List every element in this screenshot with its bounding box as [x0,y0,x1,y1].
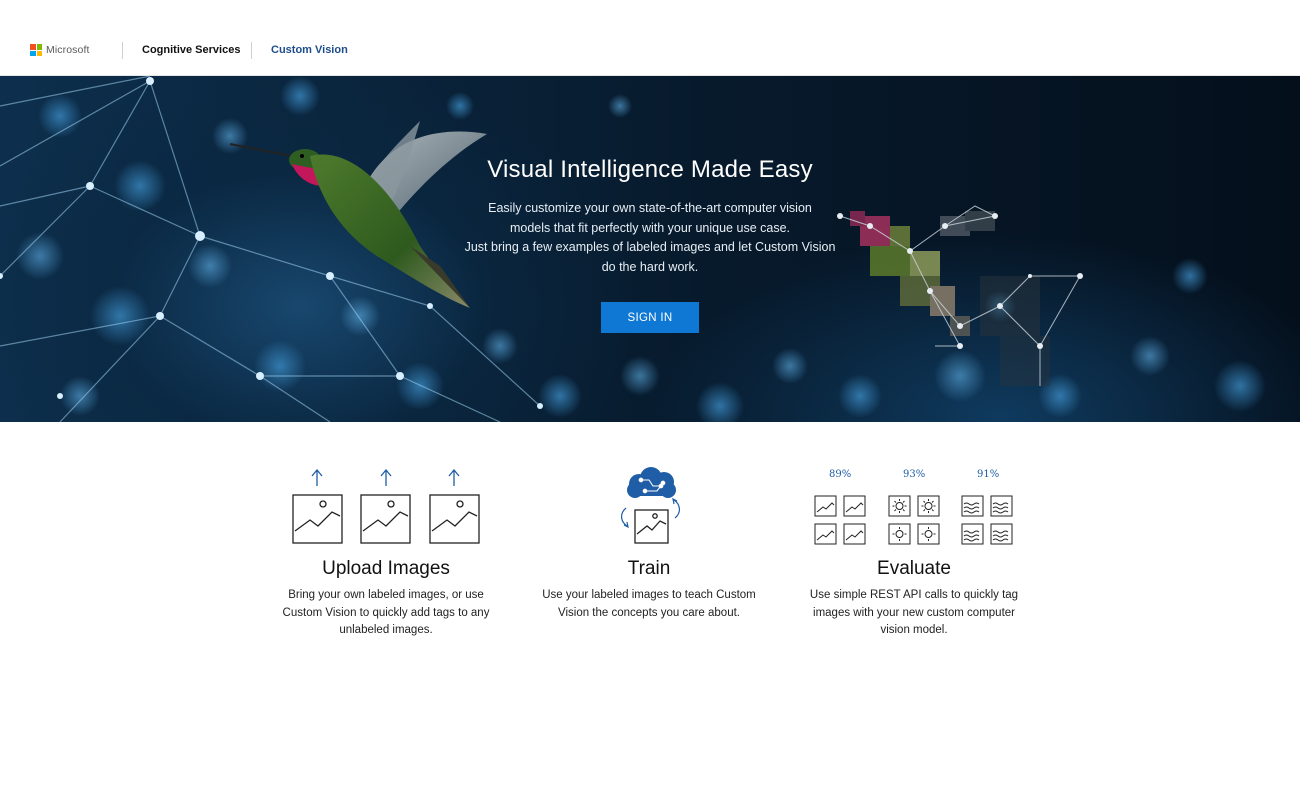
feature-description-line: Bring your own labeled images, or use [288,589,484,601]
nav-cognitive-services[interactable]: Cognitive Services [142,44,240,56]
feature-description: Bring your own labeled images, or use Cu… [260,587,512,640]
hero-title: Visual Intelligence Made Easy [487,156,813,183]
header-divider [122,42,123,59]
feature-description-line: Use your labeled images to teach Custom [542,589,756,601]
evaluate-grid-icon: 89% 93% 91% [788,458,1040,558]
hero-banner: Visual Intelligence Made Easy Easily cus… [0,76,1300,422]
brain-circuit-icon [523,458,775,558]
microsoft-logo-link[interactable]: Microsoft [30,44,90,56]
feature-description: Use simple REST API calls to quickly tag… [788,587,1040,640]
hero-description-line: do the hard work. [601,259,699,274]
feature-description-line: Use simple REST API calls to quickly tag [809,589,1019,601]
hummingbird-illustration [229,121,487,308]
feature-evaluate: 89% 93% 91% Evaluate Use simple REST API… [788,458,1040,640]
feature-title: Upload Images [322,558,450,579]
hero-description-line: models that fit perfectly with your uniq… [509,220,790,235]
feature-description-line: images with your new custom computer [813,606,1015,619]
feature-description: Use your labeled images to teach Custom … [523,587,775,622]
feature-description-line: Custom Vision to quickly add tags to any [282,606,490,619]
sign-in-button[interactable]: SIGN IN [601,302,699,333]
feature-upload-images: Upload Images Bring your own labeled ima… [260,458,512,640]
microsoft-wordmark: Microsoft [46,44,90,56]
hero-description-line: Just bring a few examples of labeled ima… [464,240,836,254]
microsoft-logo-icon [30,44,42,56]
upload-images-icon [260,458,512,558]
feature-title: Train [627,558,671,579]
top-header: Microsoft Cognitive Services Custom Visi… [0,0,1300,76]
hero-description: Easily customize your own state-of-the-a… [450,199,850,277]
feature-title: Evaluate [877,558,951,579]
feature-description-line: unlabeled images. [339,624,433,636]
feature-description-line: Vision the concepts you care about. [558,606,740,619]
feature-train: Train Use your labeled images to teach C… [523,458,775,622]
feature-description-line: vision model. [880,624,948,636]
header-divider [251,42,252,59]
nav-custom-vision[interactable]: Custom Vision [271,44,348,56]
hero-description-line: Easily customize your own state-of-the-a… [488,201,812,215]
